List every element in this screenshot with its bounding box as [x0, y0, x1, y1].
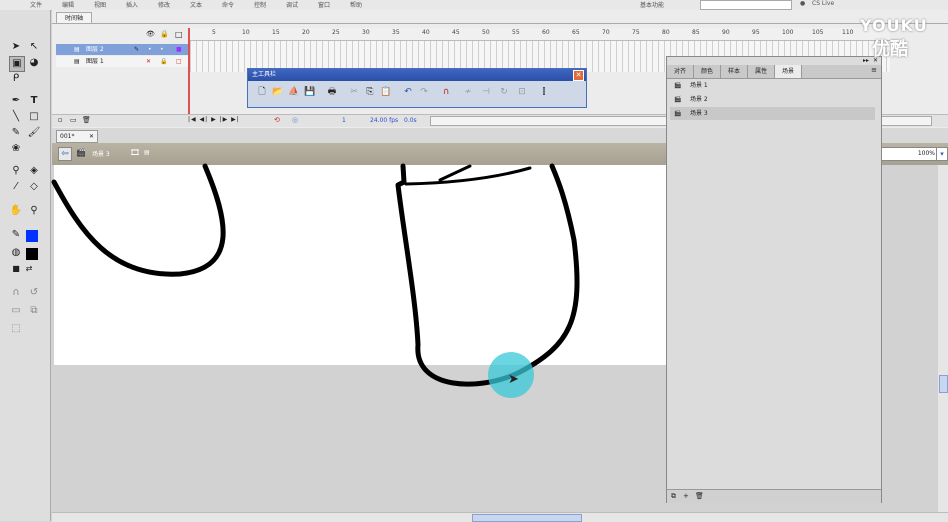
tab-properties[interactable]: 属性 [748, 65, 775, 78]
stroke-tube-outer [395, 163, 580, 387]
stroke-tube-inner [438, 164, 472, 182]
duplicate-scene-icon[interactable]: ⧉ [671, 492, 676, 501]
scene-panel: ▸▸ ✕ 对齐 颜色 样本 属性 场景 ≡ 🎬 场景 1 🎬 场景 2 🎬 场景… [666, 56, 882, 503]
scene-icon: 🎬 [674, 96, 682, 103]
stroke-tube-top [404, 166, 532, 186]
stroke-left-curve [51, 163, 226, 277]
watermark-brand-cn: 优酷 [872, 39, 908, 60]
scene-name: 场景 2 [690, 96, 708, 103]
stage-vscroll[interactable] [938, 165, 948, 512]
list-item[interactable]: 🎬 场景 3 [670, 107, 875, 120]
add-scene-icon[interactable]: + [683, 492, 689, 500]
panel-footer: ⧉ + 🗑 [667, 489, 881, 503]
scene-icon: 🎬 [674, 82, 682, 89]
tab-color[interactable]: 颜色 [694, 65, 721, 78]
mouse-cursor-icon: ➤ [508, 372, 519, 387]
scene-name: 场景 1 [690, 82, 708, 89]
list-item[interactable]: 🎬 场景 2 [670, 93, 875, 106]
scroll-thumb[interactable] [939, 375, 948, 393]
list-item[interactable]: 🎬 场景 1 [670, 79, 875, 92]
panel-tabs: 对齐 颜色 样本 属性 场景 ≡ [667, 65, 881, 79]
watermark-brand: YOUKU [860, 16, 928, 35]
watermark: YOUKU 优酷 [860, 16, 940, 61]
tab-swatches[interactable]: 样本 [721, 65, 748, 78]
scene-name: 场景 3 [690, 110, 708, 117]
tab-align[interactable]: 对齐 [667, 65, 694, 78]
panel-menu-icon[interactable]: ≡ [871, 66, 877, 74]
scene-icon: 🎬 [674, 110, 682, 117]
tab-scene[interactable]: 场景 [775, 65, 802, 78]
delete-scene-icon[interactable]: 🗑 [695, 492, 704, 500]
